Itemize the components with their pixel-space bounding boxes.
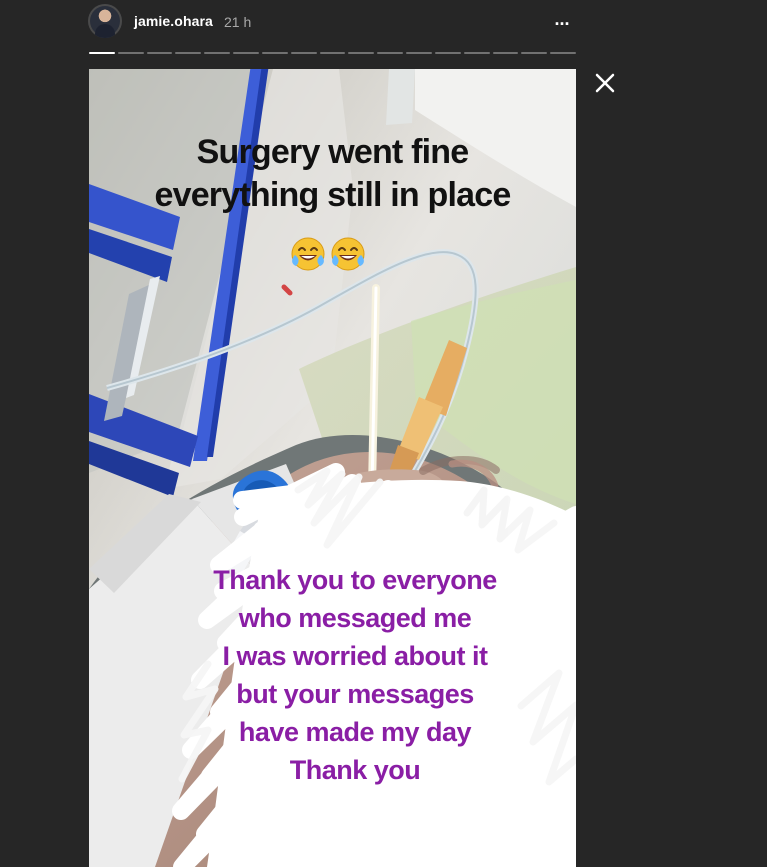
bottom-caption-line: have made my day [238,717,472,747]
progress-segment [175,52,202,54]
bottom-caption-line: I was worried about it [222,641,488,671]
progress-segment [117,52,144,54]
progress-segment [290,52,317,54]
story-header: jamie.ohara 21 h ... [88,0,578,50]
bottom-caption-line: who messaged me [238,603,472,633]
progress-segment [89,52,115,54]
top-caption: Surgery went fine everything still in pl… [89,131,576,217]
close-button[interactable] [592,70,618,96]
progress-segment [463,52,490,54]
progress-segment [204,52,231,54]
progress-segment [492,52,519,54]
progress-segment [261,52,288,54]
progress-segment [146,52,173,54]
close-icon [595,73,615,93]
progress-segment [377,52,404,54]
avatar[interactable] [88,4,122,38]
progress-segment [550,52,577,54]
laughing-emoji-icon [331,237,365,271]
story-viewer: jamie.ohara 21 h ... Surgery went fine e… [0,0,767,867]
story-media[interactable]: Surgery went fine everything still in pl… [89,69,576,867]
top-caption-line: Surgery went fine [196,133,469,171]
progress-segment [521,52,548,54]
story-progress-bar [89,52,577,55]
laughing-emoji-icon [291,237,325,271]
bottom-caption-line: but your messages [236,679,474,709]
timestamp: 21 h [224,14,252,30]
emoji-row [289,235,384,273]
bottom-caption: Thank you to everyone who messaged me I … [176,561,534,789]
bottom-caption-line: Thank you [289,755,421,785]
bottom-caption-line: Thank you to everyone [213,565,497,595]
progress-segment [233,52,259,54]
progress-segment [319,52,346,54]
progress-segment [434,52,461,54]
progress-segment [348,52,375,54]
progress-segment [406,52,432,54]
top-caption-line: everything still in place [154,176,511,214]
username[interactable]: jamie.ohara [134,13,213,29]
more-options-button[interactable]: ... [551,10,573,32]
